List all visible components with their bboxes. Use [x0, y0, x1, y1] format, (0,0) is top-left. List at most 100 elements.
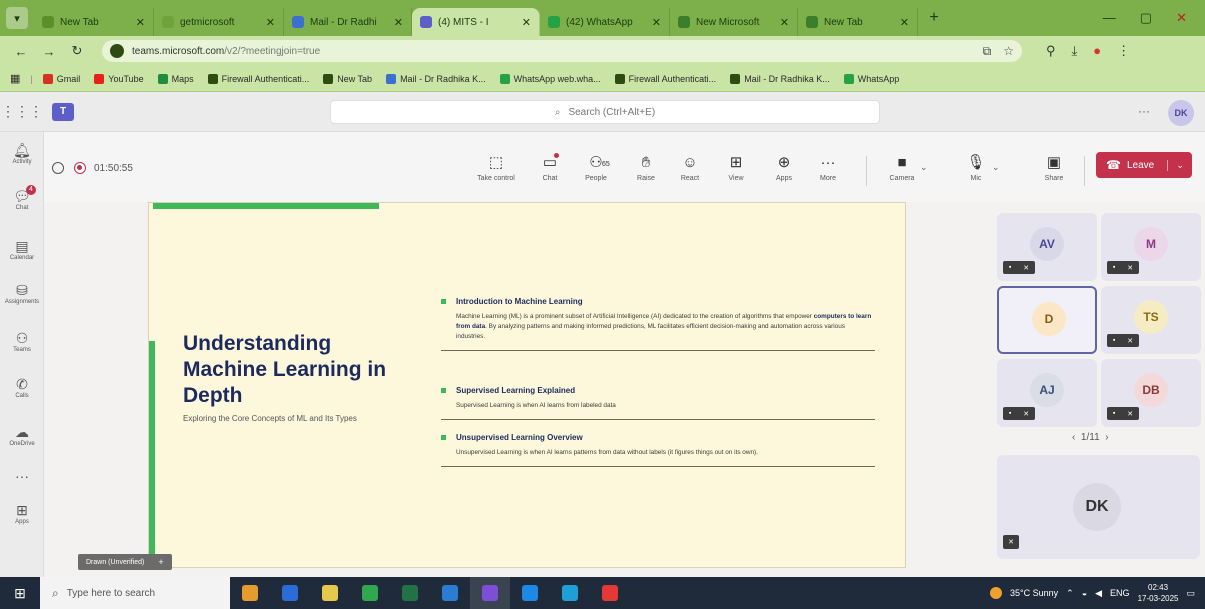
reload-icon[interactable]: ↻ — [66, 43, 88, 59]
taskbar-app-icon[interactable] — [590, 577, 630, 609]
clock[interactable]: 02:43 17-03-2025 — [1138, 582, 1179, 604]
tab-search-button[interactable]: ▾ — [6, 7, 28, 29]
taskbar-app-icon[interactable] — [390, 577, 430, 609]
rail-item[interactable]: 🔔︎ Activity — [0, 142, 44, 165]
teams-search-input[interactable]: ⌕ Search (Ctrl+Alt+E) — [330, 100, 880, 124]
taskbar-app-icon[interactable] — [470, 577, 510, 609]
bookmark-item[interactable]: Gmail — [42, 73, 80, 84]
volume-icon[interactable]: ◀ — [1095, 588, 1102, 599]
bookmark-item[interactable]: Maps — [157, 73, 194, 84]
browser-tab[interactable]: New Tab ✕ — [798, 8, 918, 36]
toolbar-share-button[interactable]: ▣ Share — [1034, 154, 1074, 182]
pin-add-icon[interactable]: + — [158, 557, 163, 567]
toolbar-raise-button[interactable]: ✋︎ Raise — [626, 154, 666, 182]
browser-tab[interactable]: (42) WhatsApp ✕ — [540, 8, 670, 36]
taskbar-app-icon[interactable] — [270, 577, 310, 609]
windows-start-icon[interactable]: ⊞ — [0, 585, 40, 602]
rail-item[interactable]: ⛁ Assignments — [0, 282, 44, 305]
rail-item[interactable]: 💬︎ 4 Chat — [0, 185, 44, 211]
extensions-icon[interactable]: ⚲ — [1046, 43, 1056, 59]
bookmark-item[interactable]: WhatsApp web.wha... — [499, 73, 601, 84]
toolbar-react-button[interactable]: ☺ React — [670, 154, 710, 182]
site-info-icon[interactable] — [110, 44, 124, 58]
tab-close-icon[interactable]: ✕ — [266, 16, 275, 29]
leave-button[interactable]: ☎ Leave ⌄ — [1096, 152, 1192, 178]
network-icon[interactable]: ◒ — [1082, 588, 1087, 598]
toolbar-apps-button[interactable]: ⊕ Apps — [764, 154, 804, 182]
bookmark-item[interactable]: WhatsApp — [843, 73, 899, 84]
bookmark-item[interactable]: New Tab — [323, 73, 372, 84]
participant-tile[interactable]: AV ▪ ✕ — [997, 213, 1097, 281]
close-window-button[interactable]: ✕ — [1176, 10, 1187, 26]
user-avatar[interactable]: DK — [1168, 100, 1194, 126]
taskbar-app-icon[interactable] — [550, 577, 590, 609]
app-launcher-icon[interactable]: ⋮⋮⋮ — [0, 103, 44, 120]
taskbar-search-input[interactable]: ⌕ Type here to search — [40, 577, 230, 609]
taskbar-app-icon[interactable] — [510, 577, 550, 609]
mic-options-chevron-icon[interactable]: ⌄ — [992, 162, 1000, 173]
rail-item[interactable]: ⚇ Teams — [0, 330, 44, 353]
tray-chevron-icon[interactable]: ⌃ — [1066, 588, 1074, 599]
presenter-name-tag[interactable]: Drawn (Unverified) + — [78, 554, 172, 570]
bookmark-item[interactable]: Firewall Authenticati... — [614, 73, 716, 84]
browser-tab[interactable]: Mail - Dr Radhi ✕ — [284, 8, 412, 36]
minimize-button[interactable]: — — [1103, 10, 1116, 26]
taskbar-app-icon[interactable] — [230, 577, 270, 609]
toolbar-people-button[interactable]: ⚇ 65 People — [576, 154, 616, 182]
leave-options-chevron-icon[interactable]: ⌄ — [1167, 159, 1184, 171]
tab-close-icon[interactable]: ✕ — [900, 16, 909, 29]
pager-next-icon[interactable]: › — [1105, 432, 1108, 443]
tab-close-icon[interactable]: ✕ — [780, 16, 789, 29]
address-bar[interactable]: teams.microsoft.com/v2/?meetingjoin=true… — [102, 40, 1022, 62]
participant-tile[interactable]: D — [997, 286, 1097, 354]
participant-tile[interactable]: TS ▪ ✕ — [1101, 286, 1201, 354]
toolbar-mic-button[interactable]: 🎙︎ Mic — [956, 154, 996, 182]
browser-tab[interactable]: New Microsoft ✕ — [670, 8, 798, 36]
weather-text[interactable]: 35°C Sunny — [1010, 588, 1058, 598]
bookmark-item[interactable]: YouTube — [94, 73, 144, 84]
language-indicator[interactable]: ENG — [1110, 588, 1130, 598]
forward-arrow-icon[interactable]: → — [38, 44, 60, 59]
profile-extension-icon[interactable]: ● — [1093, 43, 1101, 59]
rail-item[interactable]: ··· — [0, 468, 44, 485]
taskbar-app-icon[interactable] — [310, 577, 350, 609]
settings-more-icon[interactable]: ··· — [1138, 104, 1150, 118]
browser-tab[interactable]: getmicrosoft ✕ — [154, 8, 284, 36]
participant-tile[interactable]: M ▪ ✕ — [1101, 213, 1201, 281]
toolbar-camera-button[interactable]: ■ Camera — [882, 154, 922, 182]
rail-item[interactable]: ☁ OneDrive — [0, 424, 44, 447]
notifications-icon[interactable]: ▭ — [1186, 588, 1195, 599]
rail-item[interactable]: ✆ Calls — [0, 376, 44, 399]
bookmark-star-icon[interactable]: ☆ — [1003, 44, 1014, 59]
camera-options-chevron-icon[interactable]: ⌄ — [920, 162, 928, 173]
taskbar-app-icon[interactable] — [350, 577, 390, 609]
tab-close-icon[interactable]: ✕ — [394, 16, 403, 29]
apps-grid-icon[interactable]: ▦ — [10, 72, 20, 85]
bookmark-item[interactable]: Firewall Authenticati... — [207, 73, 309, 84]
bookmark-item[interactable]: Mail - Dr Radhika K... — [730, 73, 830, 84]
toolbar-view-button[interactable]: ⊞ View — [716, 154, 756, 182]
toolbar-take-control-button[interactable]: ⬚ Take control — [476, 154, 516, 182]
browser-tab[interactable]: (4) MITS - I ✕ — [412, 8, 540, 36]
tab-close-icon[interactable]: ✕ — [522, 16, 531, 29]
participant-tile[interactable]: DB ▪ ✕ — [1101, 359, 1201, 427]
tab-close-icon[interactable]: ✕ — [136, 16, 145, 29]
toolbar-chat-button[interactable]: ▭ Chat — [530, 153, 570, 182]
spotlight-participant-tile[interactable]: DK ✕ — [997, 455, 1200, 559]
bookmark-item[interactable]: Mail - Dr Radhika K... — [386, 73, 486, 84]
browser-tab[interactable]: New Tab ✕ — [34, 8, 154, 36]
maximize-button[interactable]: ▢ — [1140, 10, 1152, 26]
pager-prev-icon[interactable]: ‹ — [1072, 432, 1075, 443]
download-icon[interactable]: ⤓ — [1072, 43, 1078, 59]
rail-item[interactable]: ⊞ Apps — [0, 502, 44, 525]
toolbar-more-button[interactable]: ··· More — [808, 154, 848, 182]
participant-tile[interactable]: AJ ▪ ✕ — [997, 359, 1097, 427]
back-arrow-icon[interactable]: ← — [10, 44, 32, 59]
browser-menu-icon[interactable]: ⋮ — [1117, 43, 1130, 59]
new-tab-button[interactable]: + — [924, 9, 944, 27]
tab-close-icon[interactable]: ✕ — [652, 16, 661, 29]
install-app-icon[interactable]: ⧉ — [983, 44, 992, 59]
rail-item[interactable]: ▤ Calendar — [0, 238, 44, 261]
meeting-info-icon[interactable] — [52, 162, 64, 174]
taskbar-app-icon[interactable] — [430, 577, 470, 609]
